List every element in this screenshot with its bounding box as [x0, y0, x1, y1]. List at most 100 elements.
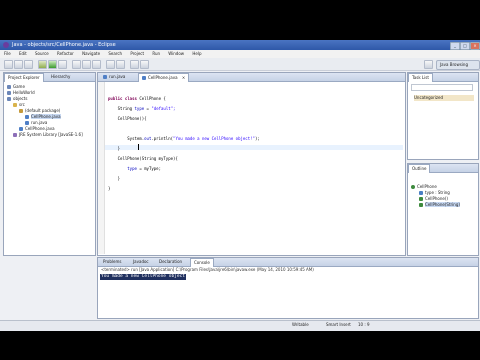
bottom-panel: Problems Javadoc Declaration Console <te… — [97, 257, 479, 319]
tree-item-label: src — [19, 102, 25, 107]
perspective-label: Java Browsing — [440, 62, 469, 67]
close-icon[interactable]: × — [470, 42, 480, 50]
tab-hierarchy-label: Hierarchy — [51, 74, 71, 79]
bottom-tabbar: Problems Javadoc Declaration Console — [98, 258, 478, 267]
run-icon[interactable] — [48, 60, 57, 69]
outline-tabbar: Outline — [408, 164, 478, 173]
code-line-2: String type = "default"; — [108, 106, 260, 111]
outline-item-label: type : String — [425, 190, 450, 195]
menu-project[interactable]: Project — [130, 51, 144, 56]
open-type-icon[interactable] — [106, 60, 115, 69]
debug-icon[interactable] — [38, 60, 47, 69]
constructor-icon — [419, 203, 423, 207]
forward-icon[interactable] — [140, 60, 149, 69]
tree-item-label: run.java — [31, 120, 48, 125]
menu-navigate[interactable]: Navigate — [82, 51, 100, 56]
field-name: type — [134, 106, 145, 111]
print-icon[interactable] — [24, 60, 33, 69]
field-icon — [419, 191, 423, 195]
java-file-icon — [19, 127, 23, 131]
new-class-icon[interactable] — [92, 60, 101, 69]
menu-refactor[interactable]: Refactor — [57, 51, 74, 56]
tab-declaration[interactable]: Declaration — [156, 258, 185, 266]
task-category[interactable]: Uncategorized — [414, 95, 474, 101]
project-icon — [7, 85, 11, 89]
tree-item-jre-library[interactable]: JRE System Library [JavaSE-1.6] — [7, 132, 93, 138]
tab-problems[interactable]: Problems — [100, 258, 124, 266]
tab-run-java[interactable]: run.java — [100, 73, 128, 81]
editor-ruler — [98, 82, 105, 254]
constructor-icon — [419, 197, 423, 201]
tab-console[interactable]: Console — [190, 258, 214, 267]
tree-item-label: CellPhone.java — [25, 126, 55, 131]
code-text: String — [108, 106, 135, 111]
tree-item-label: objects — [13, 96, 28, 101]
tab-cellphone-java[interactable]: CellPhone.java × — [138, 73, 190, 82]
maximize-icon[interactable]: □ — [460, 42, 470, 50]
tree-item-label: JRE System Library [JavaSE-1.6] — [19, 132, 83, 137]
code-line-1: public class CellPhone { — [108, 96, 260, 101]
project-tree: Game HelloWorld objects src (default pac… — [7, 84, 93, 138]
code-line-5: System.out.println("You made a new CellP… — [108, 136, 260, 141]
app-icon — [3, 42, 9, 48]
code-line-8: type = myType; — [108, 166, 260, 171]
tab-outline[interactable]: Outline — [408, 164, 431, 173]
back-icon[interactable] — [130, 60, 139, 69]
tab-project-explorer[interactable]: Project Explorer — [4, 73, 44, 82]
source-folder-icon — [13, 103, 17, 107]
outline-view: Outline CellPhone type : String CellPhon… — [407, 163, 479, 256]
code-line-10: } — [108, 186, 260, 191]
menu-search[interactable]: Search — [108, 51, 122, 56]
status-cursor-position: 10 : 9 — [358, 322, 370, 327]
new-java-project-icon[interactable] — [72, 60, 81, 69]
tab-problems-label: Problems — [103, 259, 122, 264]
tab-javadoc-label: Javadoc — [133, 259, 149, 264]
editor-area: run.java CellPhone.java × public class C… — [97, 72, 406, 256]
tab-hierarchy[interactable]: Hierarchy — [48, 73, 73, 81]
code-text: CellPhone { — [139, 96, 166, 101]
menu-source[interactable]: Source — [35, 51, 49, 56]
editor-tabbar: run.java CellPhone.java × — [98, 73, 405, 82]
menu-run[interactable]: Run — [152, 51, 160, 56]
string-literal: "You made a new CellPhone object!" — [173, 136, 255, 141]
tab-close-icon[interactable]: × — [182, 75, 185, 80]
code-text: .println( — [151, 136, 174, 141]
code-text: CellPhone(){ — [108, 116, 147, 121]
task-category-label: Uncategorized — [414, 95, 443, 100]
perspective-switcher[interactable]: Java Browsing — [436, 60, 480, 70]
new-package-icon[interactable] — [82, 60, 91, 69]
code-view[interactable]: public class CellPhone { String type = "… — [108, 91, 260, 201]
code-text: } — [108, 146, 121, 151]
outline-item-label: CellPhone() — [425, 196, 448, 201]
code-line-7: CellPhone(String myType){ — [108, 156, 260, 161]
new-icon[interactable] — [4, 60, 13, 69]
menu-help[interactable]: Help — [192, 51, 201, 56]
code-text: System. — [108, 136, 145, 141]
menu-edit[interactable]: Edit — [19, 51, 27, 56]
search-icon[interactable] — [116, 60, 125, 69]
tab-project-explorer-label: Project Explorer — [8, 75, 40, 80]
status-writable: Writable — [292, 322, 309, 327]
tab-run-java-label: run.java — [109, 74, 126, 79]
tree-item-label: HelloWorld — [13, 90, 35, 95]
tab-task-list-label: Task List — [412, 75, 429, 80]
code-text: } — [108, 176, 121, 181]
library-icon — [13, 133, 17, 137]
tab-task-list[interactable]: Task List — [408, 73, 433, 82]
package-explorer: Project Explorer Hierarchy Game HelloWor… — [3, 72, 96, 256]
find-box[interactable] — [411, 84, 473, 91]
outline-item-constructor-string[interactable]: CellPhone(String) — [411, 202, 477, 208]
code-text: ); — [254, 136, 260, 141]
tab-cellphone-java-label: CellPhone.java — [148, 75, 178, 80]
save-icon[interactable] — [14, 60, 23, 69]
minimize-icon[interactable]: _ — [450, 42, 460, 50]
menu-file[interactable]: File — [4, 51, 11, 56]
code-line-6: } — [108, 146, 260, 151]
outline-item-label: CellPhone(String) — [425, 202, 460, 207]
open-perspective-icon[interactable] — [424, 60, 433, 69]
external-tools-icon[interactable] — [58, 60, 67, 69]
tab-javadoc[interactable]: Javadoc — [130, 258, 152, 266]
menu-window[interactable]: Window — [168, 51, 184, 56]
